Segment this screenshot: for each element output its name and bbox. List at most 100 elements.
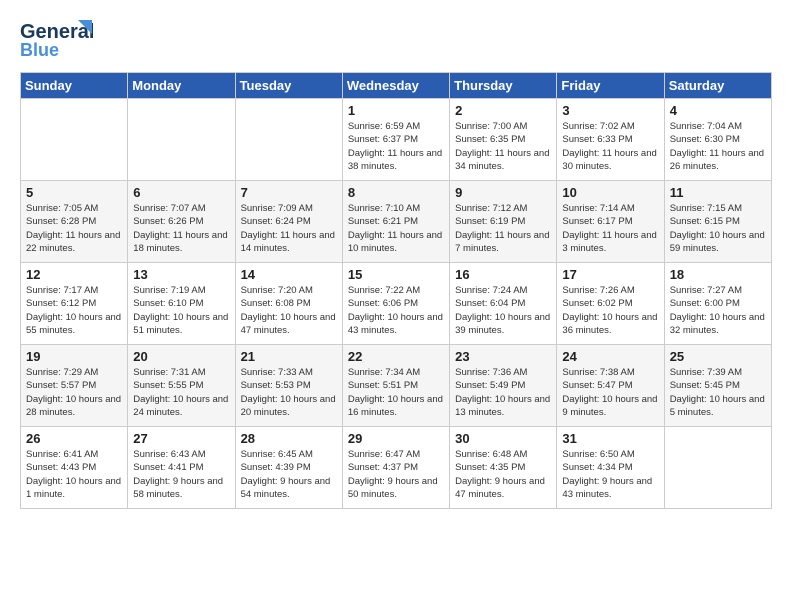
calendar-cell: 1 Sunrise: 6:59 AM Sunset: 6:37 PM Daylig… [342, 99, 449, 181]
day-info: Sunrise: 7:24 AM Sunset: 6:04 PM Dayligh… [455, 284, 551, 337]
day-info: Sunrise: 7:33 AM Sunset: 5:53 PM Dayligh… [241, 366, 337, 419]
day-info: Sunrise: 7:34 AM Sunset: 5:51 PM Dayligh… [348, 366, 444, 419]
calendar-week-0: 1 Sunrise: 6:59 AM Sunset: 6:37 PM Daylig… [21, 99, 772, 181]
day-info: Sunrise: 6:48 AM Sunset: 4:35 PM Dayligh… [455, 448, 551, 501]
calendar-header-wednesday: Wednesday [342, 73, 449, 99]
day-info: Sunrise: 7:15 AM Sunset: 6:15 PM Dayligh… [670, 202, 766, 255]
calendar-cell: 2Sunrise: 7:00 AM Sunset: 6:35 PM Daylig… [450, 99, 557, 181]
day-number: 2 [455, 103, 551, 118]
calendar-cell: 27 Sunrise: 6:43 AM Sunset: 4:41 PM Dayli… [128, 427, 235, 509]
calendar-cell: 11 Sunrise: 7:15 AM Sunset: 6:15 PM Dayli… [664, 181, 771, 263]
day-info: Sunrise: 6:59 AM Sunset: 6:37 PM Dayligh… [348, 120, 444, 173]
day-number: 1 [348, 103, 444, 118]
calendar-week-1: 5 Sunrise: 7:05 AM Sunset: 6:28 PM Daylig… [21, 181, 772, 263]
day-info: Sunrise: 7:02 AM Sunset: 6:33 PM Dayligh… [562, 120, 658, 173]
calendar-cell: 13 Sunrise: 7:19 AM Sunset: 6:10 PM Dayli… [128, 263, 235, 345]
day-number: 16 [455, 267, 551, 282]
day-number: 23 [455, 349, 551, 364]
calendar-cell: 8 Sunrise: 7:10 AM Sunset: 6:21 PM Daylig… [342, 181, 449, 263]
day-info: Sunrise: 7:19 AM Sunset: 6:10 PM Dayligh… [133, 284, 229, 337]
calendar-cell: 23 Sunrise: 7:36 AM Sunset: 5:49 PM Dayli… [450, 345, 557, 427]
day-number: 19 [26, 349, 122, 364]
day-info: Sunrise: 7:26 AM Sunset: 6:02 PM Dayligh… [562, 284, 658, 337]
calendar-cell: 30 Sunrise: 6:48 AM Sunset: 4:35 PM Dayli… [450, 427, 557, 509]
calendar-cell: 19 Sunrise: 7:29 AM Sunset: 5:57 PM Dayli… [21, 345, 128, 427]
day-info: Sunrise: 7:27 AM Sunset: 6:00 PM Dayligh… [670, 284, 766, 337]
day-number: 25 [670, 349, 766, 364]
header: General Blue [20, 18, 772, 62]
day-info: Sunrise: 7:17 AM Sunset: 6:12 PM Dayligh… [26, 284, 122, 337]
day-number: 20 [133, 349, 229, 364]
day-number: 6 [133, 185, 229, 200]
calendar-cell: 25 Sunrise: 7:39 AM Sunset: 5:45 PM Dayli… [664, 345, 771, 427]
day-number: 31 [562, 431, 658, 446]
calendar-header-tuesday: Tuesday [235, 73, 342, 99]
day-number: 26 [26, 431, 122, 446]
day-number: 18 [670, 267, 766, 282]
day-number: 10 [562, 185, 658, 200]
day-info: Sunrise: 6:50 AM Sunset: 4:34 PM Dayligh… [562, 448, 658, 501]
calendar-cell: 14 Sunrise: 7:20 AM Sunset: 6:08 PM Dayli… [235, 263, 342, 345]
day-info: Sunrise: 7:38 AM Sunset: 5:47 PM Dayligh… [562, 366, 658, 419]
calendar-cell: 28Sunrise: 6:45 AM Sunset: 4:39 PM Dayli… [235, 427, 342, 509]
calendar-cell: 5 Sunrise: 7:05 AM Sunset: 6:28 PM Daylig… [21, 181, 128, 263]
calendar-cell: 26Sunrise: 6:41 AM Sunset: 4:43 PM Dayli… [21, 427, 128, 509]
calendar-week-2: 12 Sunrise: 7:17 AM Sunset: 6:12 PM Dayli… [21, 263, 772, 345]
calendar-week-3: 19 Sunrise: 7:29 AM Sunset: 5:57 PM Dayli… [21, 345, 772, 427]
calendar-cell: 20 Sunrise: 7:31 AM Sunset: 5:55 PM Dayli… [128, 345, 235, 427]
calendar-cell: 15 Sunrise: 7:22 AM Sunset: 6:06 PM Dayli… [342, 263, 449, 345]
day-number: 12 [26, 267, 122, 282]
calendar: SundayMondayTuesdayWednesdayThursdayFrid… [20, 72, 772, 509]
day-info: Sunrise: 7:10 AM Sunset: 6:21 PM Dayligh… [348, 202, 444, 255]
day-number: 15 [348, 267, 444, 282]
calendar-cell: 12 Sunrise: 7:17 AM Sunset: 6:12 PM Dayli… [21, 263, 128, 345]
day-number: 28 [241, 431, 337, 446]
calendar-cell: 4 Sunrise: 7:04 AM Sunset: 6:30 PM Daylig… [664, 99, 771, 181]
day-info: Sunrise: 7:20 AM Sunset: 6:08 PM Dayligh… [241, 284, 337, 337]
day-info: Sunrise: 7:09 AM Sunset: 6:24 PM Dayligh… [241, 202, 337, 255]
calendar-cell: 18 Sunrise: 7:27 AM Sunset: 6:00 PM Dayli… [664, 263, 771, 345]
calendar-cell [128, 99, 235, 181]
day-number: 21 [241, 349, 337, 364]
day-number: 14 [241, 267, 337, 282]
day-info: Sunrise: 7:22 AM Sunset: 6:06 PM Dayligh… [348, 284, 444, 337]
day-info: Sunrise: 7:36 AM Sunset: 5:49 PM Dayligh… [455, 366, 551, 419]
day-number: 5 [26, 185, 122, 200]
day-info: Sunrise: 7:12 AM Sunset: 6:19 PM Dayligh… [455, 202, 551, 255]
calendar-week-4: 26Sunrise: 6:41 AM Sunset: 4:43 PM Dayli… [21, 427, 772, 509]
day-number: 30 [455, 431, 551, 446]
day-info: Sunrise: 7:29 AM Sunset: 5:57 PM Dayligh… [26, 366, 122, 419]
logo: General Blue [20, 18, 100, 62]
day-info: Sunrise: 7:05 AM Sunset: 6:28 PM Dayligh… [26, 202, 122, 255]
day-info: Sunrise: 6:47 AM Sunset: 4:37 PM Dayligh… [348, 448, 444, 501]
calendar-header-monday: Monday [128, 73, 235, 99]
day-number: 8 [348, 185, 444, 200]
calendar-cell: 9Sunrise: 7:12 AM Sunset: 6:19 PM Daylig… [450, 181, 557, 263]
day-info: Sunrise: 7:04 AM Sunset: 6:30 PM Dayligh… [670, 120, 766, 173]
page: General Blue SundayMondayTuesdayWednesda… [0, 0, 792, 612]
day-number: 13 [133, 267, 229, 282]
day-info: Sunrise: 7:14 AM Sunset: 6:17 PM Dayligh… [562, 202, 658, 255]
day-number: 24 [562, 349, 658, 364]
day-info: Sunrise: 6:43 AM Sunset: 4:41 PM Dayligh… [133, 448, 229, 501]
calendar-cell: 21 Sunrise: 7:33 AM Sunset: 5:53 PM Dayli… [235, 345, 342, 427]
calendar-cell: 17 Sunrise: 7:26 AM Sunset: 6:02 PM Dayli… [557, 263, 664, 345]
calendar-header-row: SundayMondayTuesdayWednesdayThursdayFrid… [21, 73, 772, 99]
calendar-cell [235, 99, 342, 181]
calendar-header-thursday: Thursday [450, 73, 557, 99]
calendar-header-friday: Friday [557, 73, 664, 99]
calendar-cell: 3Sunrise: 7:02 AM Sunset: 6:33 PM Daylig… [557, 99, 664, 181]
day-number: 17 [562, 267, 658, 282]
calendar-header-sunday: Sunday [21, 73, 128, 99]
day-number: 4 [670, 103, 766, 118]
calendar-header-saturday: Saturday [664, 73, 771, 99]
day-number: 11 [670, 185, 766, 200]
day-info: Sunrise: 7:39 AM Sunset: 5:45 PM Dayligh… [670, 366, 766, 419]
day-number: 27 [133, 431, 229, 446]
calendar-cell: 31 Sunrise: 6:50 AM Sunset: 4:34 PM Dayli… [557, 427, 664, 509]
day-number: 29 [348, 431, 444, 446]
logo-svg: General Blue [20, 18, 100, 62]
day-info: Sunrise: 7:31 AM Sunset: 5:55 PM Dayligh… [133, 366, 229, 419]
day-number: 7 [241, 185, 337, 200]
calendar-cell: 22Sunrise: 7:34 AM Sunset: 5:51 PM Dayli… [342, 345, 449, 427]
